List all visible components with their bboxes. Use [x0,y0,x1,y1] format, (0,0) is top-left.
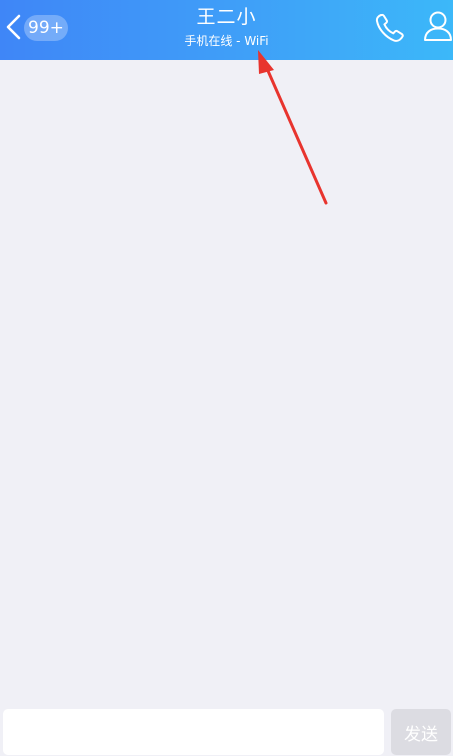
profile-button[interactable] [420,9,453,45]
unread-count-badge: 99+ [24,15,68,41]
message-input[interactable] [3,709,384,755]
chat-title: 王二小 手机在线 - WiFi [100,4,353,50]
composer-bar: 发送 [0,700,453,756]
person-icon [424,11,452,41]
phone-icon [375,13,404,42]
message-list[interactable] [0,60,453,700]
chat-screen: 99+ 王二小 手机在线 - WiFi 发送 [0,0,453,756]
chat-header: 99+ 王二小 手机在线 - WiFi [0,0,453,60]
send-button[interactable]: 发送 [391,709,451,755]
chevron-left-icon [6,14,21,40]
back-button[interactable]: 99+ [0,6,70,48]
contact-status: 手机在线 - WiFi [184,34,269,48]
contact-name: 王二小 [196,6,257,28]
call-button[interactable] [372,10,410,46]
